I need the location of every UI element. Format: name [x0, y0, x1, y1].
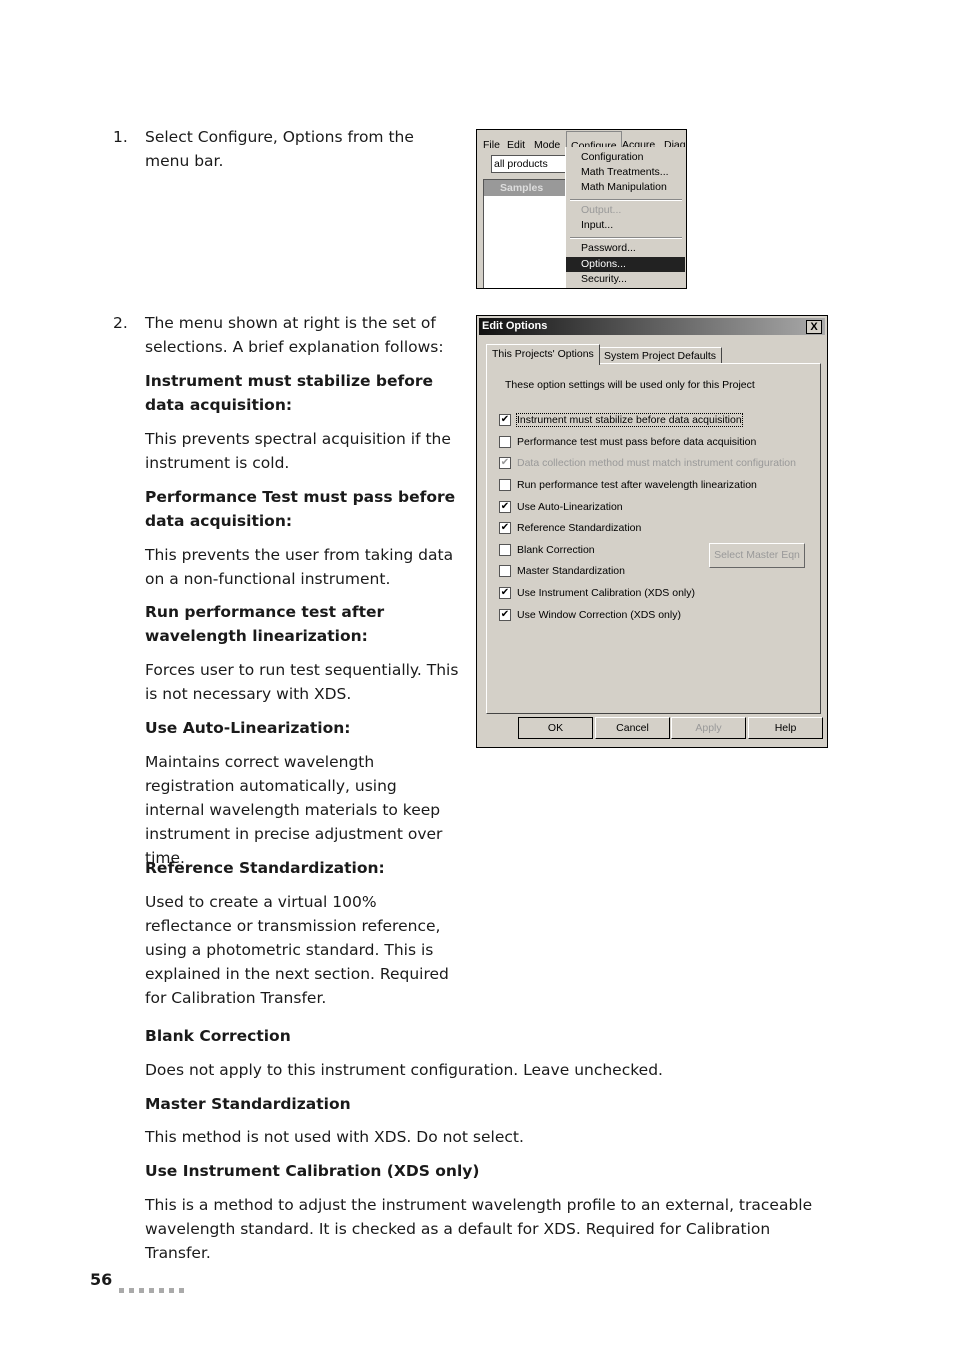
menu-bar: File Edit Mode Configure Acqure Diagn [477, 130, 686, 159]
menu-item-password[interactable]: Password... [566, 241, 685, 256]
menu-item-output: Output... [581, 204, 622, 216]
menu-mode[interactable]: Mode [534, 133, 560, 157]
option-label: Use Window Correction (XDS only) [517, 609, 681, 621]
select-master-eqn-button: Select Master Eqn [709, 543, 805, 568]
menu-item-configuration[interactable]: Configuration [566, 150, 685, 165]
option-description: Forces user to run test sequentially. Th… [145, 661, 459, 703]
option-checkbox[interactable]: ✔ Instrument must stabilize before data a… [499, 413, 743, 427]
option-label: Run performance test after wavelength li… [517, 479, 757, 491]
option-heading: Use Instrument Calibration (XDS only) [145, 1162, 480, 1180]
menu-item-security[interactable]: Security... [566, 272, 685, 287]
step-text: The menu shown at right is the set of se… [145, 314, 444, 356]
option-description: Does not apply to this instrument config… [145, 1061, 663, 1079]
option-label: Blank Correction [517, 544, 595, 556]
checkmark-icon[interactable]: ✔ [499, 414, 511, 427]
samples-window-title: Samples [484, 180, 569, 196]
step-number: 2. [113, 314, 128, 332]
checkmark-icon[interactable]: ✔ [499, 609, 511, 622]
apply-button: Apply [671, 717, 746, 739]
tab-system-project-defaults[interactable]: System Project Defaults [598, 347, 723, 364]
edit-options-dialog: Edit Options X This Projects' Options Sy… [476, 315, 828, 748]
dialog-title: Edit Options [482, 320, 548, 332]
checkmark-icon: ✔ [499, 457, 511, 470]
option-heading: Instrument must stabilize before data ac… [145, 372, 434, 414]
info-text: These option settings will be used only … [505, 379, 755, 391]
help-button[interactable]: Help [748, 717, 823, 739]
option-checkbox[interactable]: ✔ Use Window Correction (XDS only) [499, 608, 681, 622]
option-checkbox[interactable]: Blank Correction [499, 543, 595, 557]
checkmark-icon[interactable]: ✔ [499, 587, 511, 600]
cancel-button[interactable]: Cancel [595, 717, 670, 739]
checkbox-empty[interactable] [499, 479, 511, 492]
page-dots-decoration [119, 1276, 189, 1300]
option-description: This prevents spectral acquisition if th… [145, 430, 451, 472]
step-text: Select Configure, Options from the menu … [145, 128, 414, 170]
tab-this-projects-options[interactable]: This Projects' Options [486, 344, 600, 365]
checkmark-icon[interactable]: ✔ [499, 522, 511, 535]
close-icon[interactable]: X [806, 320, 822, 334]
page-number: 56 [90, 1270, 113, 1289]
option-label: Performance test must pass before data a… [517, 436, 757, 448]
option-checkbox[interactable]: Performance test must pass before data a… [499, 435, 756, 449]
option-checkbox[interactable]: ✔ Use Auto-Linearization [499, 500, 623, 514]
configure-dropdown: Configuration Math Treatments... Math Ma… [565, 147, 686, 288]
menu-item-math-manipulation[interactable]: Math Manipulation [566, 180, 685, 195]
option-label: Use Auto-Linearization [517, 501, 623, 513]
option-label: Instrument must stabilize before data ac… [516, 413, 743, 427]
option-checkbox[interactable]: ✔ Use Instrument Calibration (XDS only) [499, 586, 695, 600]
checkbox-empty[interactable] [499, 544, 511, 557]
dialog-titlebar: Edit Options X [479, 318, 825, 335]
option-description: This is a method to adjust the instrumen… [145, 1196, 813, 1262]
menu-item-math-treatments[interactable]: Math Treatments... [566, 165, 685, 180]
option-description: Used to create a virtual 100% reflectanc… [145, 893, 449, 1007]
product-combo[interactable]: all products [491, 155, 575, 173]
samples-window: Samples [483, 179, 570, 288]
option-description: This method is not used with XDS. Do not… [145, 1128, 524, 1146]
option-checkbox[interactable]: ✔ Reference Standardization [499, 521, 641, 535]
menu-item-input[interactable]: Input... [566, 218, 685, 233]
option-checkbox[interactable]: Master Standardization [499, 564, 625, 578]
option-heading: Performance Test must pass before data a… [145, 488, 456, 530]
menu-edit[interactable]: Edit [507, 133, 525, 157]
configure-menu-screenshot: File Edit Mode Configure Acqure Diagn al… [476, 129, 687, 289]
option-heading: Master Standardization [145, 1095, 351, 1113]
checkbox-empty[interactable] [499, 436, 511, 449]
option-label: Data collection method must match instru… [517, 457, 796, 469]
option-heading: Use Auto-Linearization: [145, 719, 351, 737]
ok-button[interactable]: OK [518, 717, 593, 739]
menu-separator [570, 199, 682, 201]
option-heading: Run performance test after wavelength li… [145, 603, 385, 645]
menu-separator [570, 237, 682, 239]
checkbox-empty[interactable] [499, 565, 511, 578]
menu-file[interactable]: File [483, 133, 500, 157]
checkmark-icon[interactable]: ✔ [499, 501, 511, 514]
option-checkbox: ✔ Data collection method must match instr… [499, 456, 796, 470]
option-label: Master Standardization [517, 565, 625, 577]
option-heading: Blank Correction [145, 1027, 291, 1045]
step-number: 1. [113, 128, 128, 146]
option-label: Use Instrument Calibration (XDS only) [517, 587, 695, 599]
option-label: Reference Standardization [517, 522, 642, 534]
option-description: This prevents the user from taking data … [145, 546, 454, 588]
option-checkbox[interactable]: Run performance test after wavelength li… [499, 478, 757, 492]
manual-page: 1. Select Configure, Options from the me… [0, 0, 954, 1350]
option-description: Maintains correct wavelength registratio… [145, 753, 443, 867]
option-heading: Reference Standardization: [145, 859, 385, 877]
menu-item-options[interactable]: Options... [566, 257, 685, 272]
